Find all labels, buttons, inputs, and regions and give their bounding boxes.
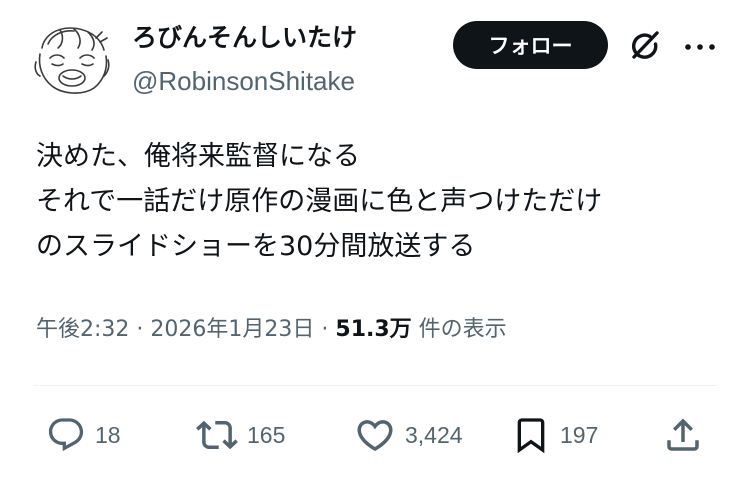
repost-count: 165 (247, 421, 286, 448)
tweet-meta: 午後2:32 · 2026年1月23日 · 51.3万 件の表示 (36, 312, 507, 348)
views-count[interactable]: 51.3万 (335, 317, 411, 342)
avatar-doodle-image (34, 27, 110, 94)
heart-icon (357, 420, 393, 452)
reply-count: 18 (95, 421, 121, 448)
tweet-text-line: 決めた、俺将来監督になる (36, 141, 360, 172)
reply-icon (48, 418, 84, 452)
user-handle[interactable]: @RobinsonShitake (132, 64, 355, 98)
bookmark-count: 197 (560, 421, 599, 448)
bookmark-button[interactable]: 197 (511, 412, 598, 458)
bookmark-icon (517, 418, 545, 454)
tweet-time[interactable]: 午後2:32 (36, 317, 129, 342)
meta-separator: · (136, 317, 144, 342)
share-button[interactable] (662, 412, 704, 458)
grok-icon (632, 31, 659, 59)
avatar[interactable] (30, 18, 116, 104)
tweet-text-line: それで一話だけ原作の漫画に色と声つけただけ (36, 186, 603, 217)
views-label[interactable]: 件の表示 (419, 317, 507, 342)
more-icon (685, 44, 715, 50)
divider (34, 385, 717, 386)
like-button[interactable]: 3,424 (354, 412, 463, 458)
tweet-text: 決めた、俺将来監督になる それで一話だけ原作の漫画に色と声つけただけ のスライド… (36, 134, 726, 269)
tweet-date[interactable]: 2026年1月23日 (150, 317, 314, 342)
action-bar: 18 165 3,424 197 (0, 412, 750, 458)
reply-button[interactable]: 18 (46, 412, 121, 458)
like-count: 3,424 (405, 421, 463, 448)
grok-button[interactable] (625, 26, 665, 66)
repost-icon (196, 420, 238, 450)
meta-separator: · (321, 317, 329, 342)
follow-button[interactable]: フォロー (453, 21, 608, 69)
display-name[interactable]: ろびんそんしいたけ (132, 18, 357, 58)
share-icon (667, 418, 699, 451)
tweet-text-line: のスライドショーを30分間放送する (36, 231, 476, 262)
repost-button[interactable]: 165 (196, 412, 285, 458)
more-options-button[interactable] (680, 30, 720, 64)
